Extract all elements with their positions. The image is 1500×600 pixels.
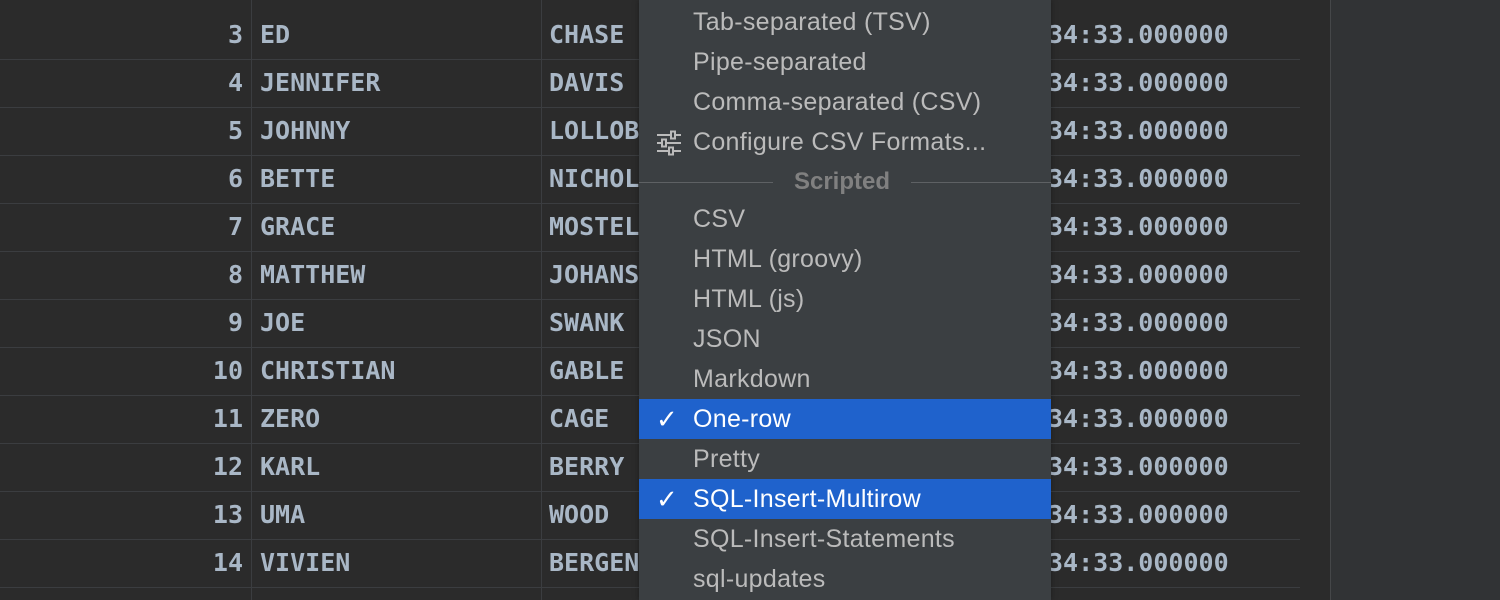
last-update-cell[interactable]: 34:33.000000: [1048, 443, 1300, 491]
menu-item-label: Pretty: [693, 445, 761, 473]
menu-item-html-groovy[interactable]: HTML (groovy): [639, 239, 1051, 279]
side-panel: [1330, 0, 1500, 600]
row-number-cell[interactable]: 8: [0, 251, 243, 299]
menu-item-csv[interactable]: CSV: [639, 199, 1051, 239]
first-name-cell[interactable]: KARL: [260, 443, 540, 491]
checkmark-icon: ✓: [656, 484, 679, 514]
last-update-cell[interactable]: 34:33.000000: [1048, 107, 1300, 155]
menu-item-sql-updates[interactable]: sql-updates: [639, 559, 1051, 599]
row-number-cell[interactable]: 6: [0, 155, 243, 203]
section-separator-scripted: Scripted: [639, 162, 1051, 202]
menu-item-label: Comma-separated (CSV): [693, 88, 982, 116]
menu-item-label: JSON: [693, 325, 761, 353]
menu-item-one-row[interactable]: ✓ One-row: [639, 399, 1051, 439]
menu-item-pretty[interactable]: Pretty: [639, 439, 1051, 479]
grid-gutter: [1300, 0, 1330, 600]
menu-item-label: SQL-Insert-Multirow: [693, 485, 921, 513]
row-number-cell[interactable]: 3: [0, 11, 243, 59]
first-name-cell[interactable]: JENNIFER: [260, 59, 540, 107]
row-number-cell[interactable]: 13: [0, 491, 243, 539]
export-format-menu: Tab-separated (TSV) Pipe-separated Comma…: [639, 0, 1051, 600]
first-name-cell[interactable]: JOHNNY: [260, 107, 540, 155]
menu-item-label: HTML (js): [693, 285, 805, 313]
menu-item-pipe-separated[interactable]: Pipe-separated: [639, 42, 1051, 82]
row-number-cell[interactable]: 11: [0, 395, 243, 443]
menu-item-label: Markdown: [693, 365, 811, 393]
section-label: Scripted: [793, 168, 891, 195]
last-update-cell[interactable]: 34:33.000000: [1048, 395, 1300, 443]
menu-item-html-js[interactable]: HTML (js): [639, 279, 1051, 319]
menu-item-label: CSV: [693, 205, 746, 233]
separator-line: [911, 182, 1051, 183]
menu-item-csv-builtin[interactable]: Comma-separated (CSV): [639, 82, 1051, 122]
first-name-cell[interactable]: ED: [260, 11, 540, 59]
menu-item-sql-insert-statements[interactable]: SQL-Insert-Statements: [639, 519, 1051, 559]
first-name-cell[interactable]: CHRISTIAN: [260, 347, 540, 395]
first-name-cell[interactable]: JOE: [260, 299, 540, 347]
menu-item-label: sql-updates: [693, 565, 826, 593]
first-name-cell[interactable]: GRACE: [260, 203, 540, 251]
first-name-cell[interactable]: ZERO: [260, 395, 540, 443]
row-number-cell[interactable]: 5: [0, 107, 243, 155]
row-number-cell[interactable]: 10: [0, 347, 243, 395]
row-number-cell[interactable]: 12: [0, 443, 243, 491]
row-number-cell[interactable]: 4: [0, 59, 243, 107]
menu-item-label: Configure CSV Formats...: [693, 128, 987, 156]
menu-item-configure-csv[interactable]: Configure CSV Formats...: [639, 122, 1051, 162]
menu-item-label: Tab-separated (TSV): [693, 8, 931, 36]
last-update-cell[interactable]: 34:33.000000: [1048, 251, 1300, 299]
menu-item-markdown[interactable]: Markdown: [639, 359, 1051, 399]
last-update-cell[interactable]: 34:33.000000: [1048, 491, 1300, 539]
menu-item-json[interactable]: JSON: [639, 319, 1051, 359]
last-update-cell[interactable]: 34:33.000000: [1048, 155, 1300, 203]
menu-item-tsv[interactable]: Tab-separated (TSV): [639, 2, 1051, 42]
last-update-cell[interactable]: 34:33.000000: [1048, 203, 1300, 251]
last-update-cell[interactable]: 34:33.000000: [1048, 347, 1300, 395]
menu-item-label: Pipe-separated: [693, 48, 867, 76]
first-name-cell[interactable]: VIVIEN: [260, 539, 540, 587]
menu-item-label: One-row: [693, 405, 791, 433]
last-update-cell[interactable]: 34:33.000000: [1048, 539, 1300, 587]
first-name-cell[interactable]: BETTE: [260, 155, 540, 203]
menu-item-label: SQL-Insert-Statements: [693, 525, 955, 553]
last-update-cell[interactable]: 34:33.000000: [1048, 11, 1300, 59]
last-update-cell[interactable]: 34:33.000000: [1048, 299, 1300, 347]
first-name-cell[interactable]: UMA: [260, 491, 540, 539]
sliders-icon: [656, 122, 686, 162]
first-name-cell[interactable]: MATTHEW: [260, 251, 540, 299]
checkmark-icon: ✓: [656, 404, 679, 434]
separator-line: [639, 182, 773, 183]
row-number-cell[interactable]: 9: [0, 299, 243, 347]
row-number-cell[interactable]: 14: [0, 539, 243, 587]
menu-item-sql-insert-multirow[interactable]: ✓ SQL-Insert-Multirow: [639, 479, 1051, 519]
last-update-cell[interactable]: 34:33.000000: [1048, 59, 1300, 107]
row-number-cell[interactable]: 7: [0, 203, 243, 251]
menu-item-label: HTML (groovy): [693, 245, 863, 273]
